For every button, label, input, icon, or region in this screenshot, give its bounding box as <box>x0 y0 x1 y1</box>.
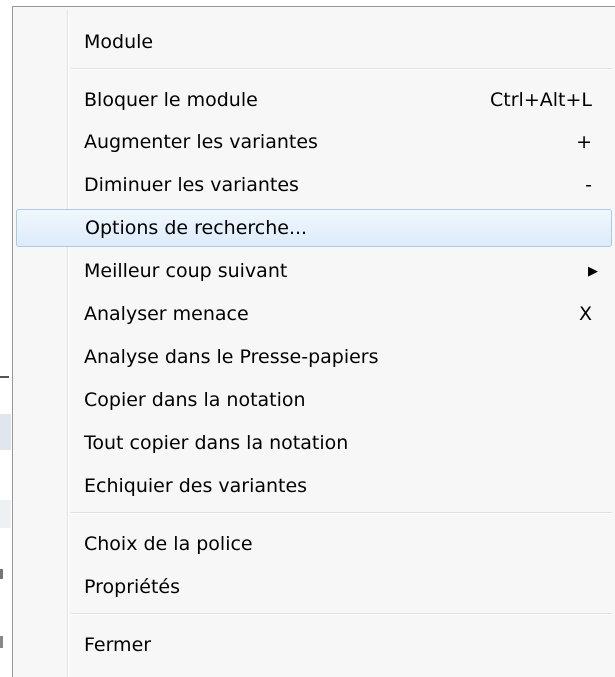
menu-item-label: Choix de la police <box>84 533 253 555</box>
menu-item-label: Augmenter les variantes <box>84 131 318 153</box>
menu-item-fermer[interactable]: Fermer <box>16 628 612 662</box>
menu-item-label: Meilleur coup suivant <box>84 260 288 282</box>
menu-item-meilleur-coup-suivant[interactable]: Meilleur coup suivant ▶ <box>16 254 612 288</box>
menu-item-analyser-menace[interactable]: Analyser menace X <box>16 297 612 331</box>
menu-item-shortcut: Ctrl+Alt+L <box>490 89 592 111</box>
menu-item-shortcut: + <box>576 131 592 153</box>
menu-item-label: Options de recherche... <box>85 217 308 239</box>
menu-separator <box>71 68 612 70</box>
menu-item-analyse-presse-papiers[interactable]: Analyse dans le Presse-papiers <box>16 340 612 374</box>
menu-item-label: Fermer <box>84 634 152 656</box>
menu-item-shortcut: X <box>578 303 592 325</box>
menu-item-diminuer-variantes[interactable]: Diminuer les variantes - <box>16 168 612 202</box>
menu-item-label: Propriétés <box>84 576 181 598</box>
menu-item-copier-notation[interactable]: Copier dans la notation <box>16 383 612 417</box>
menu-item-echiquier-variantes[interactable]: Echiquier des variantes <box>16 469 612 503</box>
background-mark <box>0 636 3 648</box>
submenu-arrow-icon: ▶ <box>588 263 598 279</box>
menu-item-label: Module <box>84 31 154 53</box>
menu-item-tout-copier-notation[interactable]: Tout copier dans la notation <box>16 426 612 460</box>
menu-item-label: Copier dans la notation <box>84 389 306 411</box>
menu-item-label: Tout copier dans la notation <box>84 432 349 454</box>
menu-item-bloquer-module[interactable]: Bloquer le module Ctrl+Alt+L <box>16 83 612 117</box>
menu-item-label: Analyse dans le Presse-papiers <box>84 346 379 368</box>
background-band <box>0 500 11 528</box>
menu-item-augmenter-variantes[interactable]: Augmenter les variantes + <box>16 125 612 159</box>
background-mark <box>0 569 3 579</box>
menu-item-options-recherche[interactable]: Options de recherche... <box>16 209 612 247</box>
menu-item-module[interactable]: Module <box>16 25 612 59</box>
background-mark <box>0 376 9 378</box>
menu-item-shortcut: - <box>585 174 592 196</box>
menu-item-choix-police[interactable]: Choix de la police <box>16 527 612 561</box>
menu-item-label: Echiquier des variantes <box>84 475 308 497</box>
menu-separator <box>71 613 612 615</box>
menu-item-label: Analyser menace <box>84 303 249 325</box>
menu-item-label: Diminuer les variantes <box>84 174 299 196</box>
menu-item-proprietes[interactable]: Propriétés <box>16 570 612 604</box>
menu-item-label: Bloquer le module <box>84 89 258 111</box>
background-app-edge <box>0 0 12 677</box>
context-menu: Module Bloquer le module Ctrl+Alt+L Augm… <box>12 6 615 677</box>
menu-separator <box>71 512 612 514</box>
background-band <box>0 414 11 450</box>
